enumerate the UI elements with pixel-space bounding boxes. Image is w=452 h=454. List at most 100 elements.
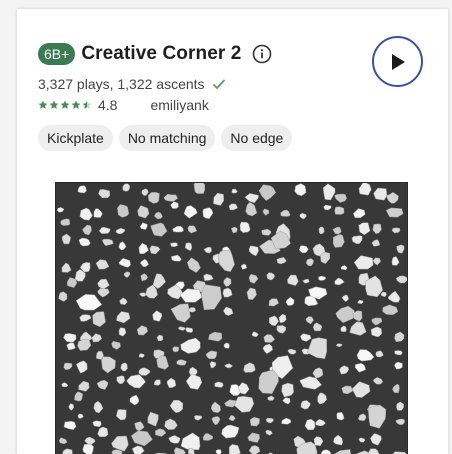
board-hold	[265, 417, 274, 424]
board-hold	[351, 235, 363, 245]
board-hold	[357, 299, 364, 304]
board-hold	[202, 433, 213, 441]
board-hold	[82, 224, 92, 236]
board-hold	[170, 201, 179, 209]
board-hold	[323, 204, 332, 211]
board-hold	[394, 331, 405, 343]
board-hold	[62, 448, 73, 454]
board-hold	[137, 205, 150, 219]
board-hold	[302, 278, 310, 284]
board-hold	[262, 343, 273, 354]
tag-list: Kickplate No matching No edge	[38, 125, 293, 151]
board-hold	[385, 207, 404, 218]
board-hold	[262, 208, 270, 216]
board-hold	[229, 384, 241, 396]
board-hold	[203, 246, 212, 254]
board-hold	[122, 183, 130, 192]
board-hold	[313, 436, 324, 447]
board-hold	[358, 222, 371, 236]
board-hold	[300, 333, 312, 342]
board-hold	[312, 367, 324, 379]
board-hold	[115, 227, 126, 235]
board-hold	[276, 256, 287, 265]
board-hold	[391, 256, 400, 266]
board-hold	[126, 374, 146, 389]
board-hold	[215, 449, 222, 454]
board-hold	[243, 362, 256, 373]
board-hold	[332, 226, 342, 235]
board-hold	[58, 291, 68, 302]
board-hold	[131, 445, 145, 454]
board-hold	[334, 206, 345, 215]
board-hold	[56, 207, 65, 213]
tag-no-matching[interactable]: No matching	[118, 125, 216, 151]
tag-kickplate[interactable]: Kickplate	[38, 125, 113, 151]
board-hold	[351, 381, 371, 398]
board-hold	[119, 297, 128, 305]
board-hold	[117, 204, 130, 218]
board-hold	[98, 226, 111, 234]
board-hold	[213, 192, 225, 206]
board-hold	[353, 255, 374, 270]
board-hold	[150, 222, 168, 237]
board-hold	[208, 331, 223, 342]
rating-value: 4.8	[98, 97, 118, 113]
board-hold	[152, 310, 163, 322]
board-hold	[228, 444, 241, 454]
board-hold	[202, 207, 214, 220]
board-hold	[280, 209, 291, 217]
board-hold	[185, 327, 194, 333]
board-hold	[247, 432, 260, 443]
board-hold	[315, 419, 326, 427]
play-button[interactable]	[372, 36, 423, 87]
board-hold	[93, 400, 104, 414]
board-hold	[63, 333, 77, 343]
board-hold	[184, 242, 193, 252]
board-hold	[123, 271, 131, 278]
board-hold	[394, 350, 403, 356]
board-hold	[334, 193, 347, 203]
board-hold	[268, 315, 279, 327]
board-hold	[370, 433, 382, 446]
board-hold	[387, 290, 401, 303]
star-icon	[60, 100, 70, 109]
board-hold	[102, 238, 114, 247]
board-hold	[193, 415, 203, 421]
board-hold	[305, 258, 314, 267]
board-hold	[77, 338, 92, 351]
board-hold	[97, 288, 110, 298]
board-hold	[152, 273, 166, 289]
board-hold	[392, 383, 400, 394]
board-hold	[298, 245, 309, 254]
board-hold	[172, 226, 184, 233]
board-hold	[139, 222, 148, 230]
board-hold	[222, 306, 234, 316]
board-hold	[396, 244, 405, 254]
board-hold	[349, 321, 367, 336]
board-hold	[305, 316, 314, 325]
board-hold	[77, 413, 84, 419]
board-hold	[340, 325, 347, 332]
board-hold	[228, 415, 236, 421]
info-icon[interactable]	[252, 44, 272, 64]
board-hold	[258, 369, 279, 394]
board-hold	[373, 187, 388, 201]
tag-no-edge[interactable]: No edge	[221, 125, 293, 151]
board-hold	[209, 361, 217, 369]
board-hold	[248, 273, 259, 284]
board-hold	[210, 401, 221, 414]
board-hold	[317, 392, 327, 405]
board-hold	[92, 420, 102, 428]
board-hold	[166, 377, 177, 388]
board-hold	[333, 434, 343, 446]
board-hold	[101, 356, 116, 374]
board-hold	[334, 449, 352, 454]
board-hold	[111, 449, 123, 454]
board-hold	[341, 294, 349, 303]
board-hold	[322, 183, 336, 201]
board-hold	[248, 245, 259, 257]
board-hold	[217, 249, 235, 273]
board-hold	[370, 326, 382, 337]
board-hold	[116, 311, 131, 324]
board-hold	[276, 325, 287, 334]
